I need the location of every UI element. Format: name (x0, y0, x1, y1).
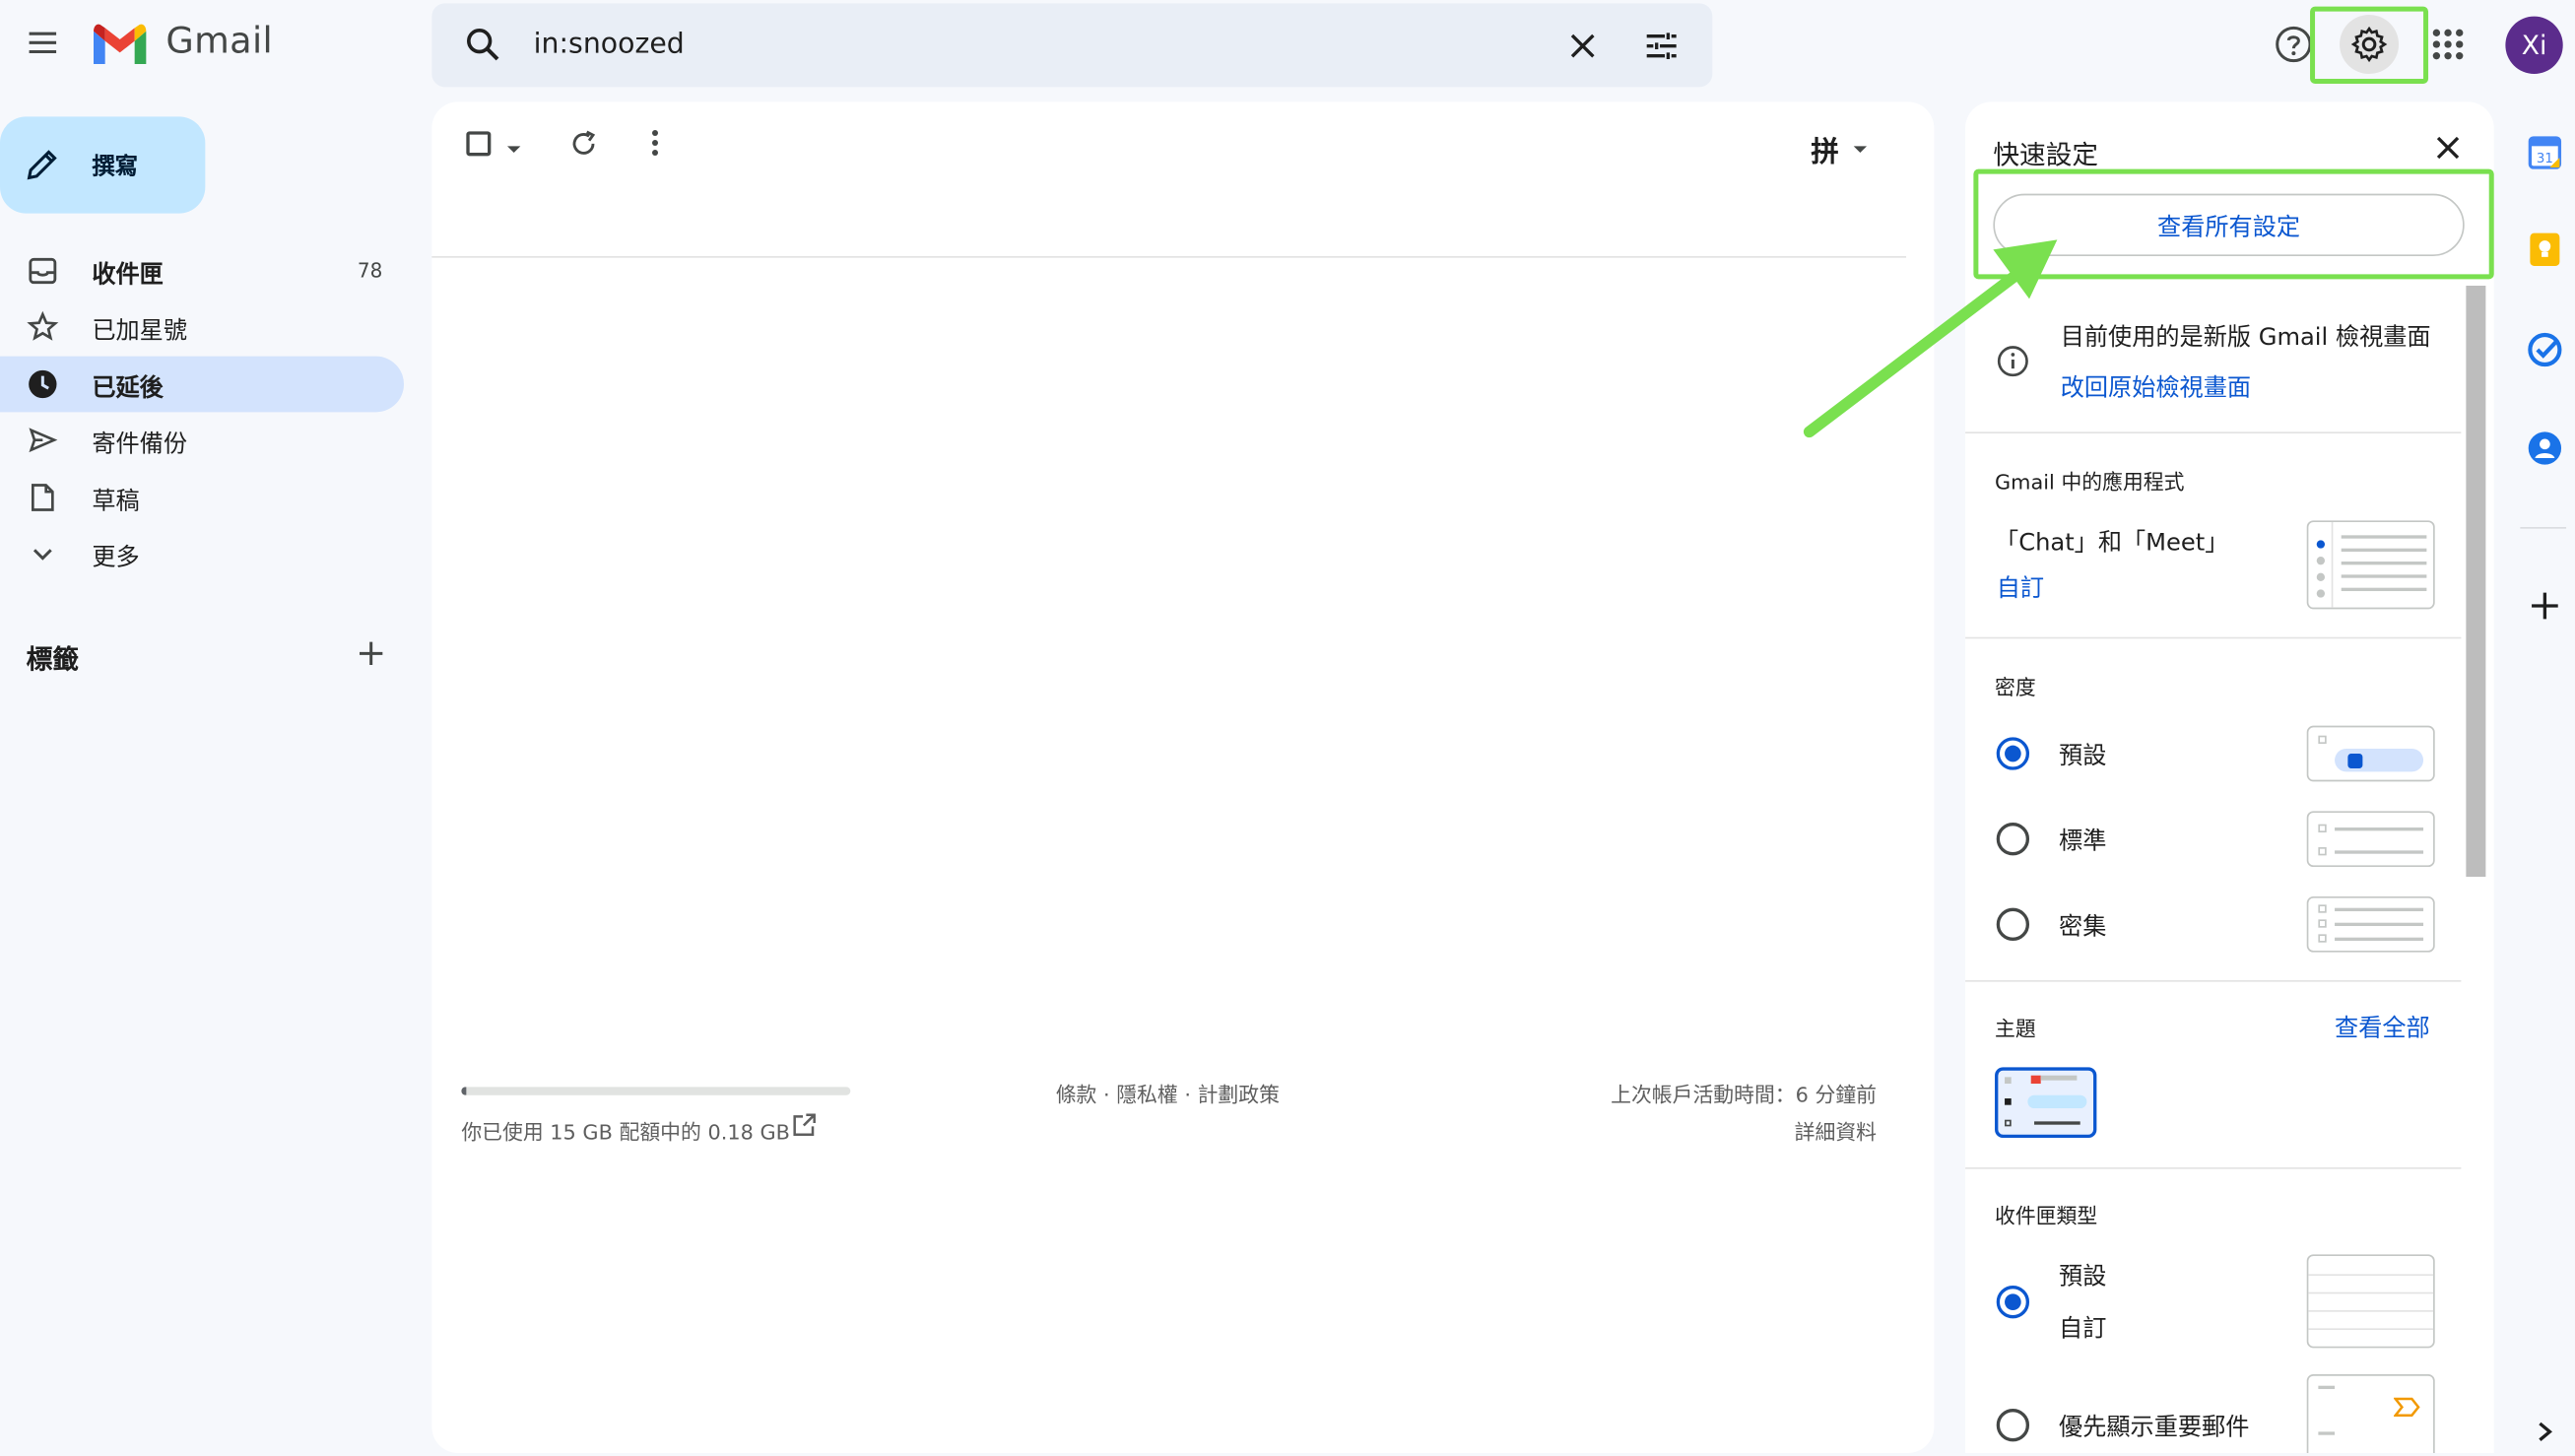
important-marker-icon (2393, 1392, 2420, 1423)
settings-highlight-box (2310, 6, 2429, 85)
unread-count: 78 (357, 259, 383, 283)
density-section-title: 密度 (1995, 675, 2036, 700)
apps-icon (2432, 29, 2464, 60)
last-activity-text: 上次帳戶活動時間：6 分鐘前 (1611, 1082, 1878, 1107)
storage-usage-text: 你已使用 15 GB 配額中的 0.18 GB (461, 1119, 790, 1145)
add-label-icon[interactable] (357, 638, 386, 675)
density-standard-thumbnail (2306, 811, 2435, 868)
expand-side-panel-icon[interactable] (2535, 1419, 2554, 1450)
draft-icon (27, 481, 59, 513)
clear-search-icon[interactable] (1564, 28, 1601, 70)
revert-view-link[interactable]: 改回原始檢視畫面 (2061, 369, 2251, 404)
avatar-initials: Xi (2521, 30, 2547, 61)
app-name: Gmail (165, 21, 273, 63)
quick-settings-title: 快速設定 (1993, 139, 2099, 171)
message-list-panel: 拼 你已使用 15 GB 配額中的 0.18 GB 條款 · 隱私權 · 計劃政… (431, 101, 1935, 1454)
open-external-icon[interactable] (791, 1111, 818, 1144)
help-icon (2276, 26, 2312, 63)
sidebar-item-inbox[interactable]: 收件匣 78 (0, 243, 404, 299)
inbox-type-section-title: 收件匣類型 (1995, 1203, 2098, 1228)
apps-customize-link[interactable]: 自訂 (1997, 569, 2044, 604)
svg-text:31: 31 (2537, 152, 2553, 166)
theme-view-all-link[interactable]: 查看全部 (2335, 1010, 2430, 1044)
labels-section-title: 標籤 (26, 643, 80, 676)
keep-icon[interactable] (2529, 232, 2561, 274)
apps-button[interactable] (2420, 17, 2476, 73)
density-option-label: 標準 (2059, 828, 2107, 856)
section-divider (1965, 1167, 2462, 1169)
inbox-type-customize-link[interactable]: 自訂 (2059, 1310, 2106, 1345)
section-divider (1965, 980, 2462, 982)
inbox-type-important-thumbnail (2306, 1374, 2435, 1454)
policy-links[interactable]: 條款 · 隱私權 · 計劃政策 (1056, 1077, 1280, 1108)
density-standard-radio[interactable] (1996, 823, 2030, 856)
calendar-icon[interactable]: 31 (2527, 135, 2563, 177)
more-options-icon[interactable] (650, 128, 660, 165)
clock-icon (27, 367, 59, 400)
chevron-down-icon (27, 537, 59, 569)
side-rail-divider (2520, 527, 2567, 529)
apps-preview-thumbnail (2306, 520, 2435, 610)
quick-settings-scrollbar[interactable] (2466, 286, 2486, 878)
pencil-icon (25, 146, 61, 188)
search-icon[interactable] (463, 25, 502, 71)
star-icon (27, 310, 59, 343)
search-input[interactable]: in:snoozed (534, 28, 685, 60)
view-info-text: 目前使用的是新版 Gmail 檢視畫面 (2060, 325, 2431, 352)
sidebar-item-label: 更多 (92, 545, 140, 572)
apps-section-title: Gmail 中的應用程式 (1995, 469, 2185, 495)
density-default-radio[interactable] (1996, 737, 2030, 770)
send-icon (27, 424, 59, 456)
sidebar-item-label: 草稿 (92, 489, 140, 516)
input-tools-button[interactable]: 拼 (1811, 128, 1838, 168)
section-divider (1965, 636, 2462, 639)
main-menu-icon (29, 32, 57, 54)
search-options-icon[interactable] (1642, 27, 1682, 73)
density-option-label: 預設 (2059, 744, 2107, 770)
density-default-thumbnail (2306, 725, 2435, 782)
search-bar[interactable]: in:snoozed (431, 3, 1713, 88)
gmail-logo[interactable] (91, 22, 157, 71)
tasks-icon[interactable] (2527, 332, 2563, 374)
compose-label: 撰寫 (92, 154, 139, 181)
input-tools-dropdown-icon[interactable] (1850, 135, 1870, 166)
theme-thumbnail[interactable] (1995, 1067, 2097, 1139)
density-compact-radio[interactable] (1996, 907, 2030, 942)
contacts-icon[interactable] (2527, 430, 2563, 473)
inbox-type-important-radio[interactable] (1996, 1409, 2030, 1442)
apps-value: 「Chat」和「Meet」 (1995, 530, 2229, 558)
sidebar-item-more[interactable]: 更多 (0, 525, 404, 581)
density-compact-thumbnail (2306, 896, 2435, 953)
select-dropdown-icon[interactable] (504, 135, 524, 166)
sidebar-item-label: 寄件備份 (92, 431, 188, 459)
inbox-type-option-label: 預設 (2059, 1264, 2107, 1291)
sidebar-item-label: 已加星號 (92, 318, 188, 346)
inbox-type-option-label: 優先顯示重要郵件 (2059, 1415, 2250, 1442)
toolbar-divider (431, 256, 1907, 258)
main-menu-button[interactable] (13, 13, 72, 72)
annotation-arrow (1803, 239, 2058, 438)
sidebar-item-label: 已延後 (92, 375, 164, 403)
close-icon[interactable] (2433, 133, 2463, 169)
sidebar-item-label: 收件匣 (92, 262, 164, 290)
inbox-icon (27, 254, 59, 287)
inbox-type-default-thumbnail (2306, 1254, 2435, 1349)
avatar[interactable]: Xi (2505, 16, 2563, 75)
select-all-checkbox[interactable] (466, 131, 492, 157)
details-link[interactable]: 詳細資料 (1795, 1115, 1877, 1147)
sidebar-item-starred[interactable]: 已加星號 (0, 298, 404, 355)
inbox-type-default-radio[interactable] (1996, 1286, 2030, 1319)
sidebar-item-snoozed[interactable]: 已延後 (0, 356, 405, 413)
theme-section-title: 主題 (1995, 1016, 2036, 1041)
storage-bar-fill (461, 1087, 467, 1095)
sidebar-item-drafts[interactable]: 草稿 (0, 470, 404, 526)
get-addons-icon[interactable] (2530, 591, 2559, 628)
density-option-label: 密集 (2059, 914, 2107, 942)
sidebar-item-sent[interactable]: 寄件備份 (0, 412, 404, 468)
storage-bar (461, 1087, 851, 1095)
compose-button[interactable]: 撰寫 (0, 116, 206, 214)
refresh-icon[interactable] (568, 128, 600, 165)
